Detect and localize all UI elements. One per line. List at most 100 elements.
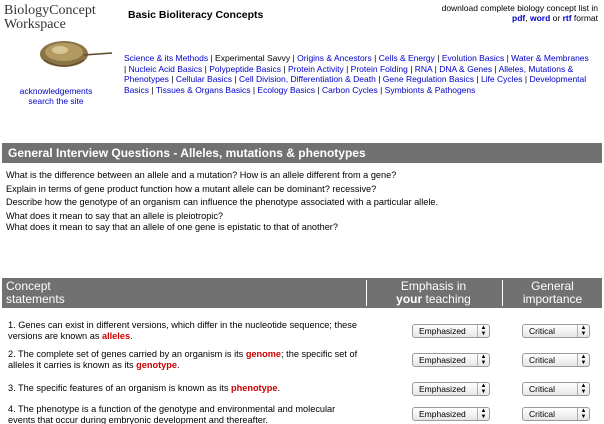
statement-term: genome [245,349,282,359]
page-title: Basic Bioliteracy Concepts [128,9,264,21]
question-item: What does it mean to say that an allele … [6,210,224,221]
nav-topic-link[interactable]: Evolution Basics [442,53,504,63]
emphasis-header-strong: your [396,292,423,306]
nav-topic-link[interactable]: Polypeptide Basics [209,64,281,74]
select-arrows-icon: ▲ ▼ [477,383,489,395]
emphasis-select[interactable]: Emphasized ▲ ▼ [412,353,490,367]
nav-topic-link[interactable]: Tissues & Organs Basics [156,85,251,95]
site-logo-text[interactable]: BiologyConcept Workspace [4,4,116,32]
statement-text-end: . [177,360,180,370]
question-item: What is the difference between an allele… [6,170,397,180]
nav-separator: | [407,63,415,74]
topic-nav: Science & its Methods | Experimental Sav… [124,53,590,95]
select-arrows-icon: ▲ ▼ [577,354,589,366]
nav-separator: | [343,63,351,74]
importance-select-value: Critical [529,355,555,365]
nav-topic-link[interactable]: RNA [415,64,432,74]
statement-term: phenotype [231,383,278,393]
select-arrows-icon: ▲ ▼ [477,408,489,420]
emphasis-select-value: Emphasized [419,409,466,419]
interview-section-heading: General Interview Questions - Alleles, m… [2,143,602,163]
importance-select-value: Critical [529,326,555,336]
statement-term-2: genotype [136,360,178,370]
question-item: What does it mean to say that an allele … [6,221,338,232]
left-links: acknowledgements search the site [0,86,112,106]
nav-separator: | [208,53,216,63]
select-arrows-icon: ▲ ▼ [477,325,489,337]
nav-separator: | [168,74,176,85]
search-site-link[interactable]: search the site [0,96,112,106]
download-format: format [571,13,598,23]
nav-topic-link[interactable]: Gene Regulation Basics [383,74,474,84]
nav-topic-link[interactable]: Science & its Methods [124,53,208,63]
statement-text: 2. The complete set of genes carried by … [8,349,246,359]
concept-table-header: Concept statements Emphasis in your teac… [2,278,602,308]
importance-select-value: Critical [529,409,555,419]
emphasis-select-value: Emphasized [419,384,466,394]
download-text: download complete biology concept list i… [441,3,598,13]
nav-topic-link[interactable]: DNA & Genes [439,64,492,74]
download-or: or [550,13,563,23]
concept-statement: 3. The specific features of an organism … [8,383,364,394]
statement-text: 1. Genes can exist in different versions… [8,320,357,341]
concept-statement: 1. Genes can exist in different versions… [8,320,364,342]
statement-text-end: . [277,383,281,393]
nav-topic-link: Experimental Savvy [215,53,291,63]
nav-topic-link[interactable]: Protein Folding [351,64,408,74]
download-rtf-link[interactable]: rtf [563,13,572,23]
nav-separator: | [232,74,239,85]
select-arrows-icon: ▲ ▼ [577,325,589,337]
select-arrows-icon: ▲ ▼ [577,408,589,420]
nav-separator: | [434,53,442,63]
nav-topic-link[interactable]: Life Cycles [481,74,523,84]
statement-text: 4. The phenotype is a function of the ge… [8,404,336,424]
logo-line-1: BiologyConcept [4,3,96,18]
select-arrows-icon: ▲ ▼ [477,354,489,366]
nav-topic-link[interactable]: Protein Activity [288,64,344,74]
importance-select[interactable]: Critical ▲ ▼ [522,324,590,338]
importance-select-value: Critical [529,384,555,394]
nav-topic-link[interactable]: Origins & Ancestors [297,53,372,63]
emphasis-select[interactable]: Emphasized ▲ ▼ [412,407,490,421]
emphasis-select[interactable]: Emphasized ▲ ▼ [412,324,490,338]
question-item: Explain in terms of gene product functio… [6,183,377,194]
nav-topic-link[interactable]: Cells & Energy [379,53,435,63]
importance-select[interactable]: Critical ▲ ▼ [522,407,590,421]
importance-column-header: General importance [502,280,602,306]
statement-term: alleles [101,331,131,341]
select-arrows-icon: ▲ ▼ [577,383,589,395]
download-pdf-link[interactable]: pdf [512,13,525,23]
nav-topic-link[interactable]: Cell Division, Differentiation & Death [239,74,376,84]
nav-topic-link[interactable]: Symbionts & Pathogens [385,85,476,95]
download-block: download complete biology concept list i… [398,3,598,23]
importance-select[interactable]: Critical ▲ ▼ [522,353,590,367]
nav-separator: | [377,84,385,95]
nav-separator: | [474,74,481,85]
nav-topic-link[interactable]: Nucleic Acid Basics [129,64,203,74]
emphasis-header-rest: teaching [422,292,471,306]
statement-text-end: . [130,331,133,341]
concept-header-line-2: statements [6,292,65,306]
download-word-link[interactable]: word [530,13,550,23]
nav-separator: | [371,53,379,63]
concept-statement: 2. The complete set of genes carried by … [8,349,364,371]
concept-column-header: Concept statements [6,280,65,306]
nav-separator: | [149,84,156,95]
emphasis-select[interactable]: Emphasized ▲ ▼ [412,382,490,396]
nav-separator: | [281,63,288,74]
acknowledgements-link[interactable]: acknowledgements [0,86,112,96]
nav-separator: | [315,84,322,95]
nav-topic-link[interactable]: Carbon Cycles [322,85,378,95]
interview-questions: What is the difference between an allele… [6,170,600,235]
emphasis-select-value: Emphasized [419,326,466,336]
horseshoe-crab-logo-icon[interactable] [34,30,114,78]
logo-block: BiologyConcept Workspace [4,4,116,67]
importance-select[interactable]: Critical ▲ ▼ [522,382,590,396]
nav-topic-link[interactable]: Ecology Basics [257,85,315,95]
question-item: Describe how the genotype of an organism… [6,197,439,208]
emphasis-select-value: Emphasized [419,355,466,365]
importance-header-line-2: importance [522,292,583,306]
nav-topic-link[interactable]: Water & Membranes [511,53,589,63]
nav-topic-link[interactable]: Cellular Basics [176,74,232,84]
statement-text: 3. The specific features of an organism … [8,383,231,393]
